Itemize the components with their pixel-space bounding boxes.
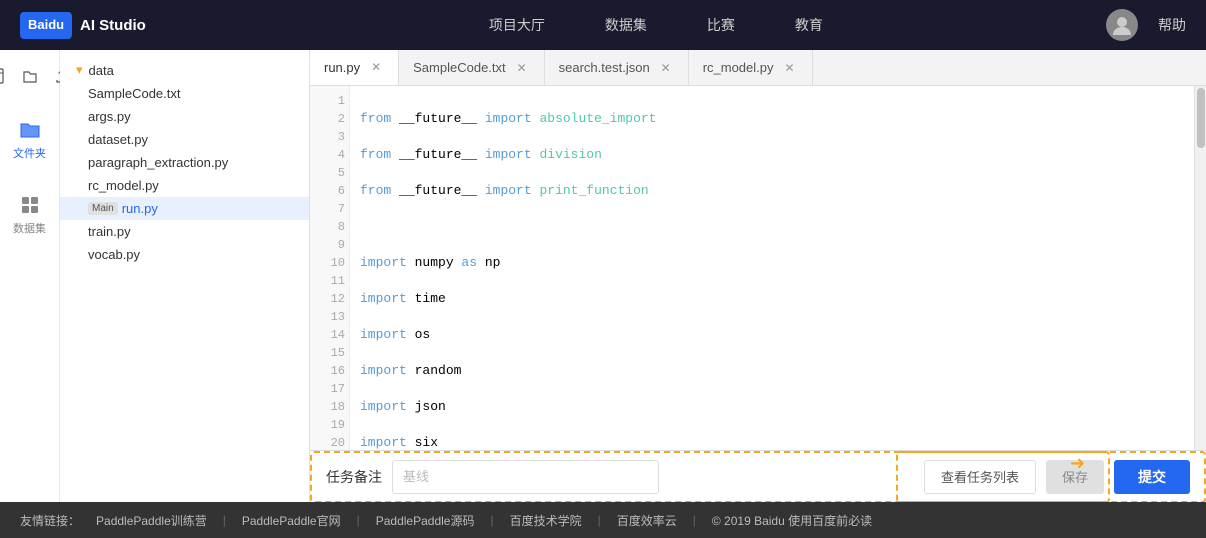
tab-close-btn[interactable]: ✕ <box>368 59 384 75</box>
file-train[interactable]: train.py <box>60 220 309 243</box>
tab-rcmodel[interactable]: rc_model.py ✕ <box>689 50 813 86</box>
editor-tabs: run.py ✕ SampleCode.txt ✕ search.test.js… <box>310 50 1206 86</box>
files-label: 文件夹 <box>13 145 46 161</box>
logo: Baidu AI Studio <box>20 12 146 39</box>
nav-jiaoyu[interactable]: 教育 <box>795 15 823 35</box>
file-label: rc_model.py <box>88 178 159 193</box>
scrollbar-thumb[interactable] <box>1197 88 1205 148</box>
tab-label: search.test.json <box>559 60 650 75</box>
file-paragraph[interactable]: paragraph_extraction.py <box>60 151 309 174</box>
file-label: args.py <box>88 109 131 124</box>
tab-label: rc_model.py <box>703 60 774 75</box>
footer-link-cloud[interactable]: 百度效率云 <box>617 512 677 529</box>
folder-data[interactable]: ▾ data <box>60 58 309 82</box>
left-nav: 文件夹 数据集 <box>0 50 60 502</box>
footer-link-paddleofficial[interactable]: PaddlePaddle官网 <box>242 512 341 529</box>
file-run[interactable]: Main run.py <box>60 197 309 220</box>
submit-btn[interactable]: 提交 <box>1114 460 1190 494</box>
file-label: train.py <box>88 224 131 239</box>
line-numbers: 1234 5678 9101112 13141516 17181920 2122… <box>310 86 350 450</box>
task-input[interactable] <box>392 460 659 494</box>
svg-text:Baidu: Baidu <box>28 17 64 32</box>
tab-label: SampleCode.txt <box>413 60 506 75</box>
nav-shujuji[interactable]: 数据集 <box>605 15 647 35</box>
topnav: Baidu AI Studio 项目大厅 数据集 比赛 教育 帮助 <box>0 0 1206 50</box>
studio-label: AI Studio <box>80 17 146 34</box>
file-label: paragraph_extraction.py <box>88 155 228 170</box>
file-label: dataset.py <box>88 132 148 147</box>
code-content[interactable]: from __future__ import absolute_import f… <box>350 86 1194 450</box>
footer-sep: | <box>223 513 226 527</box>
tab-close-btn[interactable]: ✕ <box>782 60 798 76</box>
file-label: run.py <box>122 201 158 216</box>
file-tree: ▾ data SampleCode.txt args.py dataset.py… <box>60 50 310 502</box>
file-args[interactable]: args.py <box>60 105 309 128</box>
sidebar-item-files[interactable]: 文件夹 <box>7 112 52 167</box>
view-tasks-btn[interactable]: 查看任务列表 <box>924 460 1036 494</box>
dataset-label: 数据集 <box>13 220 46 236</box>
chevron-down-icon: ▾ <box>76 62 83 78</box>
footer-sep: | <box>693 513 696 527</box>
nav-xiangmu[interactable]: 项目大厅 <box>489 15 545 35</box>
help-link[interactable]: 帮助 <box>1158 15 1186 35</box>
file-rcmodel[interactable]: rc_model.py <box>60 174 309 197</box>
editor-area: run.py ✕ SampleCode.txt ✕ search.test.js… <box>310 50 1206 502</box>
folder-icon <box>15 118 45 142</box>
tab-samplecode[interactable]: SampleCode.txt ✕ <box>399 50 545 86</box>
save-btn[interactable]: 保存 <box>1046 460 1104 494</box>
file-samplecode[interactable]: SampleCode.txt <box>60 82 309 105</box>
footer-sep: | <box>357 513 360 527</box>
folder-name: data <box>89 63 114 78</box>
file-dataset[interactable]: dataset.py <box>60 128 309 151</box>
avatar[interactable] <box>1106 9 1138 41</box>
dataset-icon <box>15 193 45 217</box>
tab-run-py[interactable]: run.py ✕ <box>310 50 399 86</box>
new-file-btn[interactable] <box>0 64 12 88</box>
file-label: vocab.py <box>88 247 140 262</box>
footer-sep: | <box>490 513 493 527</box>
footer-sep: | <box>598 513 601 527</box>
footer-copyright: © 2019 Baidu 使用百度前必读 <box>712 512 872 529</box>
footer-prefix: 友情链接： <box>20 512 80 529</box>
tab-label: run.py <box>324 60 360 75</box>
footer: 友情链接： PaddlePaddle训练营 | PaddlePaddle官网 |… <box>0 502 1206 538</box>
content-row: 文件夹 数据集 ▾ data SampleCode.txt args.py <box>0 50 1206 502</box>
file-label: SampleCode.txt <box>88 86 181 101</box>
tab-search-test[interactable]: search.test.json ✕ <box>545 50 689 86</box>
main-badge: Main <box>88 202 118 215</box>
new-folder-btn[interactable] <box>16 64 44 88</box>
bottom-bar: ➜ 任务备注 查看任务列表 保存 提交 <box>310 450 1206 502</box>
sidebar-item-dataset[interactable]: 数据集 <box>7 187 52 242</box>
tab-close-btn[interactable]: ✕ <box>658 60 674 76</box>
footer-link-academy[interactable]: 百度技术学院 <box>510 512 582 529</box>
vertical-scrollbar[interactable] <box>1194 86 1206 450</box>
footer-link-paddlecamp[interactable]: PaddlePaddle训练营 <box>96 512 207 529</box>
tab-close-btn[interactable]: ✕ <box>514 60 530 76</box>
file-vocab[interactable]: vocab.py <box>60 243 309 266</box>
topnav-links: 项目大厅 数据集 比赛 教育 <box>206 15 1106 35</box>
app-wrapper: Baidu AI Studio 项目大厅 数据集 比赛 教育 帮助 <box>0 0 1206 538</box>
code-editor[interactable]: 1234 5678 9101112 13141516 17181920 2122… <box>310 86 1206 450</box>
topnav-right: 帮助 <box>1106 9 1186 41</box>
task-label: 任务备注 <box>326 467 382 487</box>
nav-section: 文件夹 数据集 <box>7 112 52 242</box>
baidu-logo: Baidu <box>20 12 72 39</box>
footer-link-paddlesrc[interactable]: PaddlePaddle源码 <box>376 512 475 529</box>
nav-bisai[interactable]: 比赛 <box>707 15 735 35</box>
